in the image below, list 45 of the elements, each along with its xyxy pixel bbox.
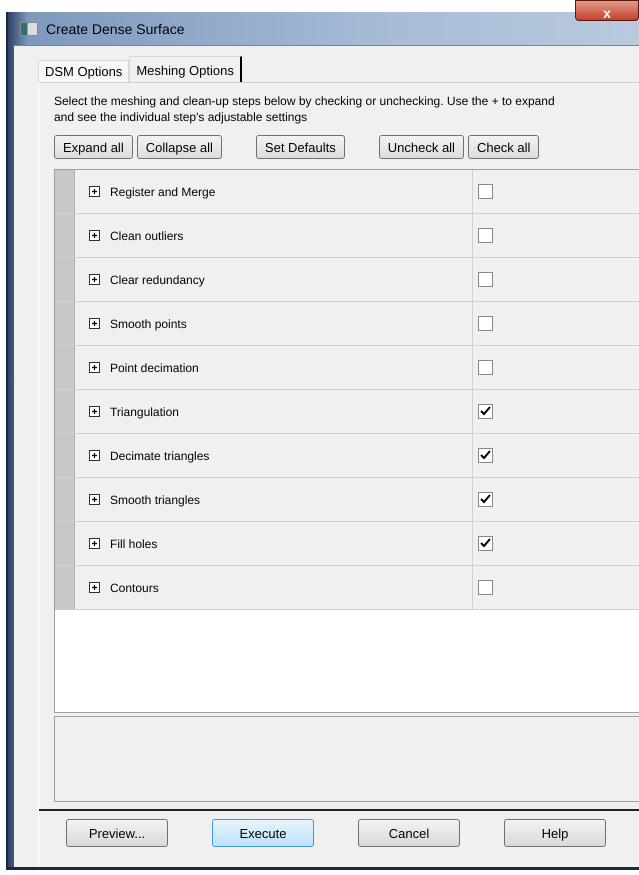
step-label: Triangulation bbox=[110, 404, 179, 418]
step-label: Smooth triangles bbox=[110, 492, 200, 506]
checkbox[interactable] bbox=[478, 404, 493, 419]
expand-icon[interactable] bbox=[89, 230, 100, 241]
toolbar-button[interactable]: Set Defaults bbox=[256, 135, 345, 159]
step-label: Clean outliers bbox=[110, 228, 184, 242]
expand-icon[interactable] bbox=[89, 318, 100, 329]
window-title: Create Dense Surface bbox=[46, 20, 185, 36]
checkbox[interactable] bbox=[478, 448, 493, 463]
dialog-button[interactable]: Cancel bbox=[358, 819, 460, 847]
checkbox[interactable] bbox=[478, 492, 493, 507]
expand-icon[interactable] bbox=[89, 406, 100, 417]
dialog-button[interactable]: Execute bbox=[212, 819, 314, 847]
toolbar-button[interactable]: Expand all bbox=[54, 135, 133, 159]
checkbox[interactable] bbox=[478, 272, 493, 287]
toolbar-button[interactable]: Check all bbox=[468, 135, 540, 159]
app-icon bbox=[20, 22, 38, 36]
step-label: Point decimation bbox=[110, 360, 199, 374]
expand-icon[interactable] bbox=[89, 582, 100, 593]
checkbox[interactable] bbox=[478, 228, 493, 243]
expand-icon[interactable] bbox=[89, 186, 100, 197]
step-label: Fill holes bbox=[110, 536, 158, 550]
checkbox[interactable] bbox=[478, 580, 493, 595]
checkbox[interactable] bbox=[478, 536, 493, 551]
checkbox[interactable] bbox=[478, 184, 493, 199]
step-label: Clear redundancy bbox=[110, 272, 205, 286]
dialog-button[interactable]: Help bbox=[504, 819, 606, 847]
expand-icon[interactable] bbox=[89, 538, 100, 549]
expand-icon[interactable] bbox=[89, 450, 100, 461]
step-label: Register and Merge bbox=[110, 184, 216, 198]
step-label: Smooth points bbox=[110, 316, 187, 330]
expand-icon[interactable] bbox=[89, 274, 100, 285]
tab[interactable]: Meshing Options bbox=[129, 56, 242, 83]
close-button[interactable]: x bbox=[575, 0, 639, 21]
instructions-text: Select the meshing and clean-up steps below by checking or unchecking. Use the + to expand and see the individual step's adjustable settings bbox=[54, 93, 556, 125]
checkbox[interactable] bbox=[478, 316, 493, 331]
step-label: Contours bbox=[110, 580, 159, 594]
toolbar-button[interactable]: Collapse all bbox=[136, 135, 222, 159]
step-label: Decimate triangles bbox=[110, 448, 210, 462]
checkbox[interactable] bbox=[478, 360, 493, 375]
tab[interactable]: DSM Options bbox=[38, 60, 130, 82]
expand-icon[interactable] bbox=[89, 362, 100, 373]
expand-icon[interactable] bbox=[89, 494, 100, 505]
toolbar-button[interactable]: Uncheck all bbox=[378, 135, 464, 159]
dialog-button[interactable]: Preview... bbox=[66, 819, 168, 847]
